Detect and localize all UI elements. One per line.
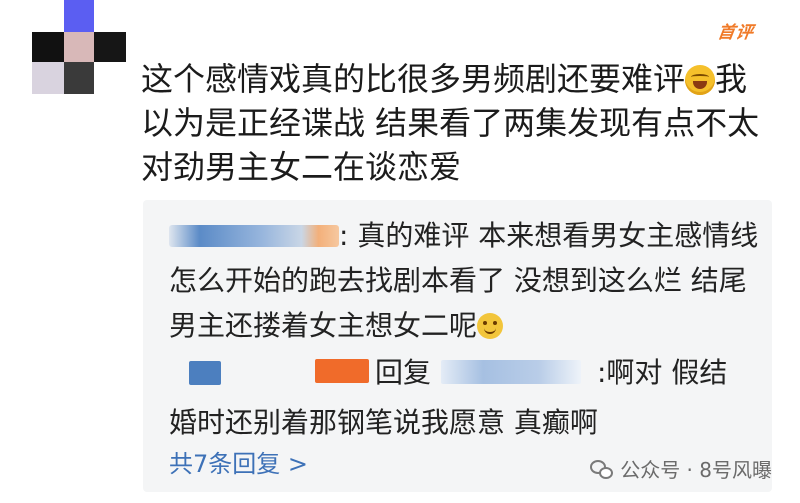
avatar-pixel (94, 32, 126, 62)
avatar-pixel (32, 62, 64, 94)
first-comment-badge: 首评 (716, 23, 756, 43)
comment-text: 这个感情戏真的比很多男频剧还要难评 我以为是正经谍战 结果看了两集发现有点不太对劲… (141, 57, 771, 189)
replies-panel: : 真的难评 本来想看男女主感情线怎么开始的跑去找剧本看了 没想到这么烂 结尾男… (143, 200, 772, 492)
blurred-username[interactable] (169, 225, 339, 247)
watermark: 公众号 · 8号风曝 (590, 454, 772, 483)
avatar-pixel (64, 0, 94, 32)
smiling-emoji-icon (477, 313, 504, 339)
reply-item: 回复 :啊对 假结 婚时还别着那钢笔说我愿意 真癫啊 (169, 348, 759, 448)
laughing-crying-emoji-icon (685, 65, 716, 95)
reply-label: 回复 (375, 356, 432, 389)
avatar-pixel (64, 62, 94, 94)
avatar-pixel (64, 32, 94, 62)
view-more-replies-link[interactable]: 共7条回复 > (169, 444, 308, 479)
reply-item: : 真的难评 本来想看男女主感情线怎么开始的跑去找剧本看了 没想到这么烂 结尾男… (169, 213, 759, 348)
watermark-text: 公众号 · 8号风曝 (620, 458, 772, 482)
avatar-pixel (32, 32, 64, 62)
comment-text-part1: 这个感情戏真的比很多男频剧还要难评 (141, 60, 686, 98)
blurred-username[interactable] (189, 361, 221, 385)
avatar[interactable] (32, 0, 126, 94)
blurred-username[interactable] (315, 359, 369, 383)
reply-text-tail: :啊对 假结 (597, 356, 728, 389)
blurred-username[interactable] (441, 360, 581, 384)
wechat-icon (590, 458, 614, 480)
reply-text-line2: 婚时还别着那钢笔说我愿意 真癫啊 (169, 406, 598, 439)
